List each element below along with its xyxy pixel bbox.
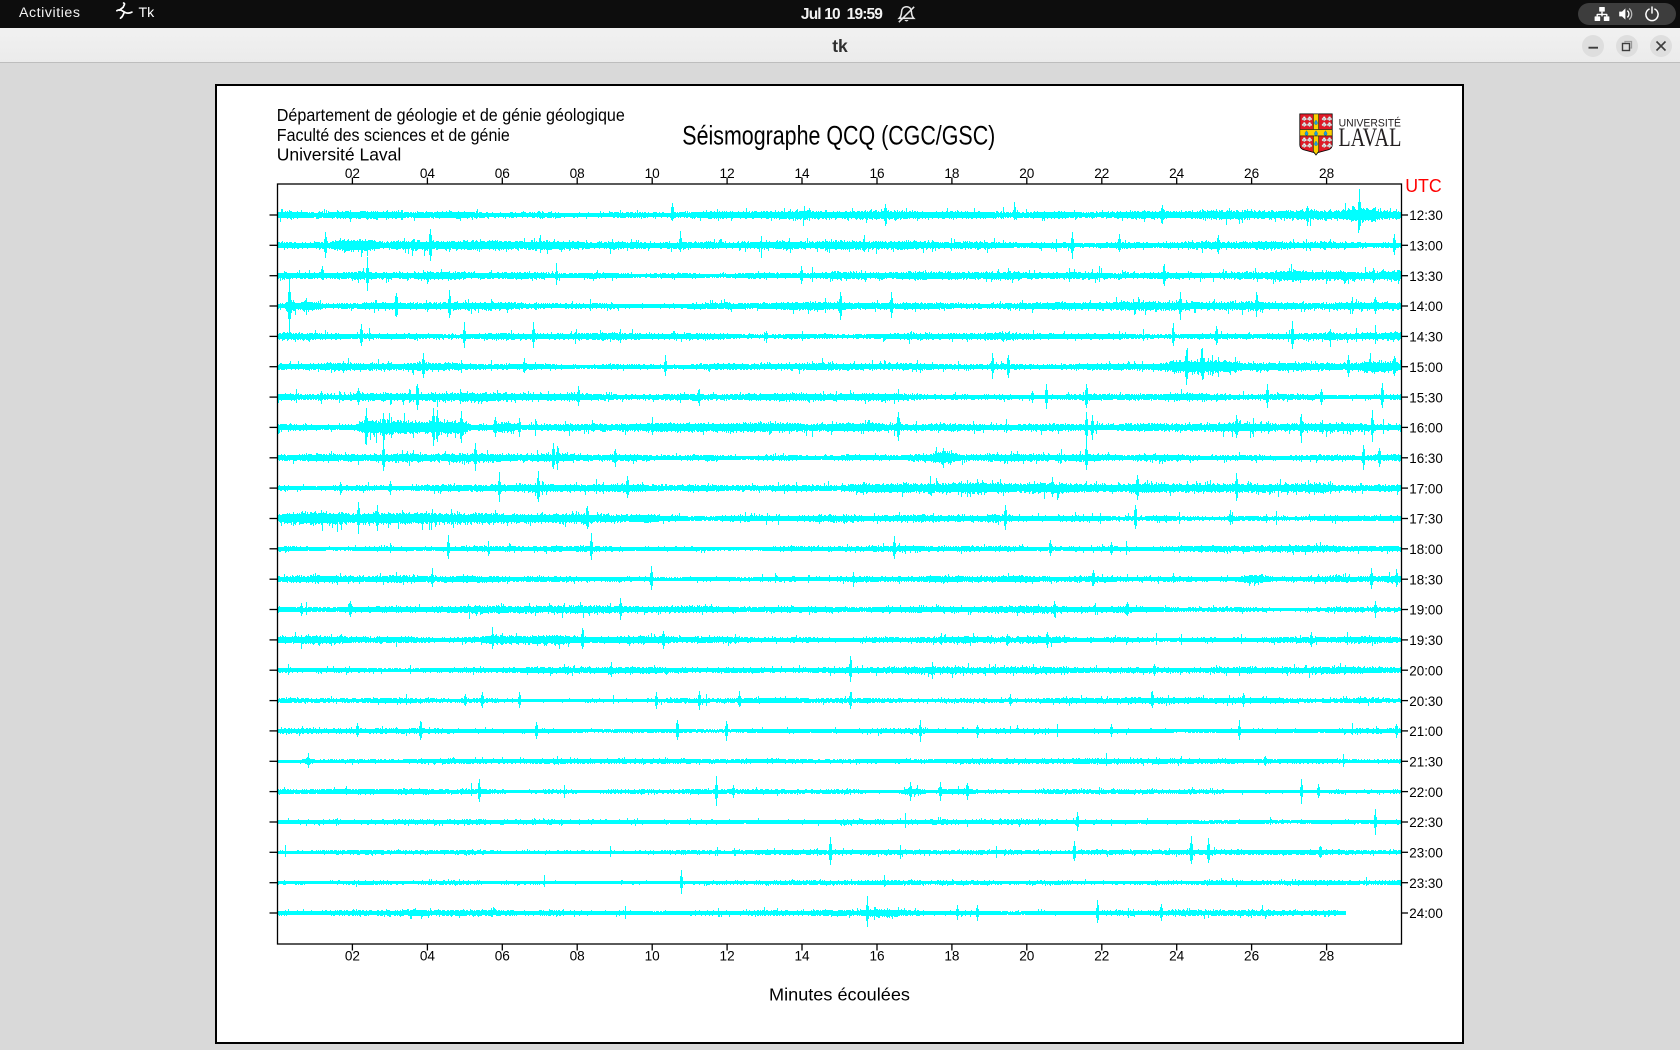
svg-text:06: 06 [495, 949, 510, 964]
svg-text:23:30: 23:30 [1409, 876, 1443, 891]
svg-text:14: 14 [794, 166, 810, 181]
svg-text:22: 22 [1094, 949, 1109, 964]
svg-text:16:00: 16:00 [1409, 421, 1443, 436]
svg-text:16:30: 16:30 [1409, 451, 1443, 466]
svg-text:15:00: 15:00 [1409, 360, 1443, 375]
svg-text:20:30: 20:30 [1409, 694, 1443, 709]
svg-text:22: 22 [1094, 166, 1109, 181]
svg-text:20: 20 [1019, 949, 1035, 964]
svg-text:21:30: 21:30 [1409, 755, 1443, 770]
svg-text:26: 26 [1244, 949, 1259, 964]
svg-text:Faculté des sciences et de gén: Faculté des sciences et de génie [277, 125, 510, 145]
svg-text:08: 08 [570, 166, 585, 181]
svg-text:14:30: 14:30 [1409, 330, 1443, 345]
svg-text:13:30: 13:30 [1409, 269, 1443, 284]
svg-text:04: 04 [420, 949, 436, 964]
svg-text:10: 10 [645, 166, 661, 181]
svg-text:26: 26 [1244, 166, 1259, 181]
svg-text:10: 10 [645, 949, 661, 964]
svg-text:14:00: 14:00 [1409, 299, 1443, 314]
svg-text:20: 20 [1019, 166, 1035, 181]
svg-text:12: 12 [720, 166, 735, 181]
svg-text:08: 08 [570, 949, 585, 964]
svg-text:24:00: 24:00 [1409, 906, 1443, 921]
svg-text:22:30: 22:30 [1409, 815, 1443, 830]
svg-text:Minutes écoulées: Minutes écoulées [769, 984, 910, 1004]
svg-text:19:30: 19:30 [1409, 633, 1443, 648]
svg-text:15:30: 15:30 [1409, 390, 1443, 405]
svg-text:02: 02 [345, 166, 360, 181]
svg-text:23:00: 23:00 [1409, 846, 1443, 861]
svg-text:19:00: 19:00 [1409, 603, 1443, 618]
svg-text:21:00: 21:00 [1409, 724, 1443, 739]
svg-text:14: 14 [794, 949, 810, 964]
svg-text:UTC: UTC [1405, 175, 1442, 196]
svg-text:04: 04 [420, 166, 436, 181]
svg-text:12: 12 [720, 949, 735, 964]
svg-text:24: 24 [1169, 166, 1185, 181]
svg-text:12:30: 12:30 [1409, 208, 1443, 223]
svg-text:06: 06 [495, 166, 510, 181]
svg-text:LAVAL: LAVAL [1338, 123, 1401, 152]
svg-text:02: 02 [345, 949, 360, 964]
svg-text:Séismographe QCQ (CGC/GSC): Séismographe QCQ (CGC/GSC) [682, 121, 995, 151]
svg-text:13:00: 13:00 [1409, 239, 1443, 254]
svg-text:20:00: 20:00 [1409, 663, 1443, 678]
svg-text:16: 16 [869, 166, 884, 181]
svg-text:Département de géologie et de: Département de géologie et de génie géol… [277, 105, 625, 125]
svg-text:28: 28 [1319, 949, 1334, 964]
svg-text:Université Laval: Université Laval [277, 145, 402, 165]
svg-text:17:00: 17:00 [1409, 481, 1443, 496]
svg-text:22:00: 22:00 [1409, 785, 1443, 800]
svg-text:24: 24 [1169, 949, 1185, 964]
svg-text:18: 18 [944, 949, 959, 964]
svg-text:18: 18 [944, 166, 959, 181]
svg-text:16: 16 [869, 949, 884, 964]
svg-text:28: 28 [1319, 166, 1334, 181]
svg-text:17:30: 17:30 [1409, 512, 1443, 527]
svg-text:18:30: 18:30 [1409, 572, 1443, 587]
svg-text:18:00: 18:00 [1409, 542, 1443, 557]
